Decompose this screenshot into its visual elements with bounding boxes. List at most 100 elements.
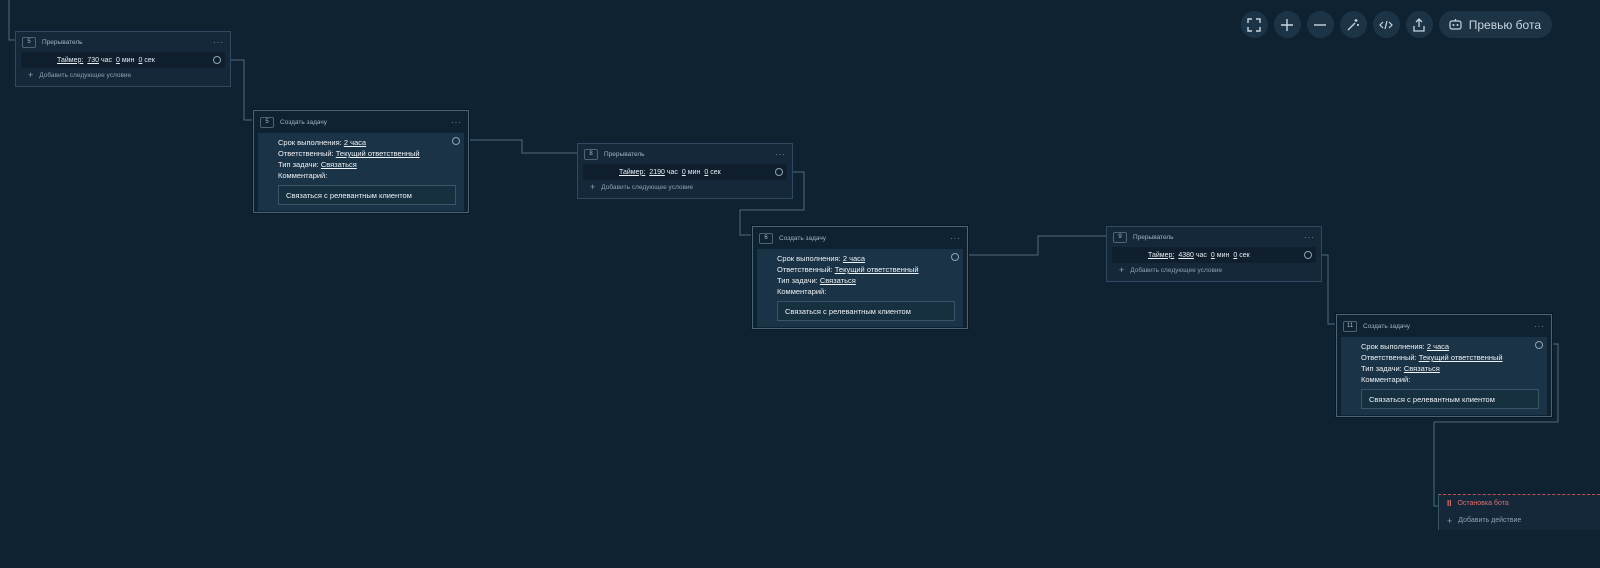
interrupter-node-9[interactable]: 9 Прерыватель ··· Таймер: 4380 час 0 мин…: [1106, 226, 1322, 282]
output-port-icon[interactable]: [1535, 341, 1543, 349]
timer-label: Таймер:: [1148, 251, 1175, 259]
responsible-label: Ответственный:: [1361, 353, 1417, 362]
code-button[interactable]: [1372, 11, 1400, 38]
bot-preview-label: Превью бота: [1468, 17, 1541, 32]
add-action-button[interactable]: + Добавить действие: [1439, 512, 1600, 529]
node-menu-button[interactable]: ···: [1304, 233, 1315, 242]
share-icon: [1413, 17, 1425, 32]
interrupter-node-8[interactable]: 8 Прерыватель ··· Таймер: 2190 час 0 мин…: [577, 143, 793, 199]
deadline-value[interactable]: 2 часа: [843, 254, 865, 263]
deadline-value[interactable]: 2 часа: [344, 138, 366, 147]
node-number-badge: 6: [759, 232, 773, 244]
zoom-in-icon: [1281, 18, 1294, 31]
comment-field[interactable]: Связаться с релевантным клиентом: [1361, 389, 1539, 409]
timer-minutes-unit: мин: [121, 56, 135, 64]
task-body[interactable]: Срок выполнения: 2 часа Ответственный: Т…: [258, 133, 464, 211]
deadline-value[interactable]: 2 часа: [1427, 342, 1449, 351]
task-type-label: Тип задачи:: [1361, 364, 1402, 373]
timer-seconds[interactable]: 0: [704, 169, 708, 176]
timer-minutes[interactable]: 0: [116, 57, 120, 64]
stop-bot-row[interactable]: II Остановка бота: [1439, 495, 1600, 512]
deadline-label: Срок выполнения:: [777, 254, 841, 263]
responsible-label: Ответственный:: [278, 149, 334, 158]
node-header: 5 Создать задачу ···: [254, 111, 468, 133]
comment-label: Комментарий:: [777, 287, 827, 296]
add-action-label: Добавить действие: [1458, 517, 1522, 524]
timer-hours[interactable]: 730: [87, 57, 99, 64]
create-task-node-11[interactable]: 11 Создать задачу ··· Срок выполнения: 2…: [1336, 314, 1552, 417]
timer-seconds-unit: сек: [710, 168, 721, 176]
task-type-label: Тип задачи:: [278, 160, 319, 169]
comment-field[interactable]: Связаться с релевантным клиентом: [278, 185, 456, 205]
task-type-value[interactable]: Связаться: [321, 160, 357, 169]
output-port-icon[interactable]: [452, 137, 460, 145]
comment-label: Комментарий:: [278, 171, 328, 180]
add-condition-label: Добавить следующее условие: [1130, 266, 1223, 274]
timer-condition[interactable]: Таймер: 4380 час 0 мин 0 сек: [1112, 247, 1316, 263]
timer-label: Таймер:: [619, 168, 646, 176]
node-title: Прерыватель: [1133, 233, 1174, 241]
flow-canvas[interactable]: Превью бота 5 Прерыватель ··· Таймер: 73…: [0, 0, 1600, 568]
node-number-badge: 9: [1113, 231, 1127, 243]
plus-icon: +: [1119, 265, 1125, 275]
task-type-value[interactable]: Связаться: [820, 276, 856, 285]
node-menu-button[interactable]: ···: [451, 118, 462, 127]
timer-hours-unit: час: [100, 56, 112, 64]
output-port-icon[interactable]: [213, 56, 221, 64]
node-number-badge: 11: [1343, 320, 1357, 332]
output-port-icon[interactable]: [951, 253, 959, 261]
add-condition-button[interactable]: + Добавить следующее условие: [16, 68, 230, 82]
fullscreen-button[interactable]: [1240, 11, 1268, 38]
node-number-badge: 5: [260, 116, 274, 128]
node-menu-button[interactable]: ···: [950, 234, 961, 243]
task-body[interactable]: Срок выполнения: 2 часа Ответственный: Т…: [1341, 337, 1547, 415]
interrupter-node-5[interactable]: 5 Прерыватель ··· Таймер: 730 час 0 мин …: [15, 31, 231, 87]
stop-bot-node[interactable]: II Остановка бота + Добавить действие: [1438, 494, 1600, 530]
node-menu-button[interactable]: ···: [1534, 322, 1545, 331]
deadline-label: Срок выполнения:: [1361, 342, 1425, 351]
plus-icon: +: [28, 70, 34, 80]
timer-condition[interactable]: Таймер: 2190 час 0 мин 0 сек: [583, 164, 787, 180]
bot-preview-button[interactable]: Превью бота: [1438, 11, 1552, 38]
comment-label: Комментарий:: [1361, 375, 1411, 384]
share-button[interactable]: [1405, 11, 1433, 38]
create-task-node-6[interactable]: 6 Создать задачу ··· Срок выполнения: 2 …: [752, 226, 968, 329]
add-condition-label: Добавить следующее условие: [601, 183, 694, 191]
task-type-value[interactable]: Связаться: [1404, 364, 1440, 373]
timer-seconds[interactable]: 0: [138, 57, 142, 64]
comment-field[interactable]: Связаться с релевантным клиентом: [777, 301, 955, 321]
wire-task5-interrupter8: [459, 139, 578, 154]
responsible-value[interactable]: Текущий ответственный: [1419, 353, 1503, 362]
pause-icon: II: [1447, 499, 1452, 508]
timer-hours[interactable]: 4380: [1178, 252, 1194, 259]
responsible-value[interactable]: Текущий ответственный: [336, 149, 420, 158]
timer-seconds[interactable]: 0: [1233, 252, 1237, 259]
code-icon: [1379, 20, 1394, 29]
add-condition-button[interactable]: + Добавить следующее условие: [1107, 263, 1321, 277]
bot-icon: [1449, 19, 1462, 30]
timer-minutes[interactable]: 0: [682, 169, 686, 176]
responsible-label: Ответственный:: [777, 265, 833, 274]
create-task-node-5[interactable]: 5 Создать задачу ··· Срок выполнения: 2 …: [253, 110, 469, 213]
timer-condition[interactable]: Таймер: 730 час 0 мин 0 сек: [21, 52, 225, 68]
fullscreen-icon: [1247, 17, 1261, 32]
node-title: Создать задачу: [1363, 322, 1411, 330]
output-port-icon[interactable]: [775, 168, 783, 176]
node-header: 11 Создать задачу ···: [1337, 315, 1551, 337]
node-menu-button[interactable]: ···: [775, 150, 786, 159]
timer-seconds-unit: сек: [1239, 251, 1250, 259]
add-condition-button[interactable]: + Добавить следующее условие: [578, 180, 792, 194]
node-title: Создать задачу: [779, 234, 827, 242]
output-port-icon[interactable]: [1304, 251, 1312, 259]
zoom-in-button[interactable]: [1273, 11, 1301, 38]
timer-minutes-unit: мин: [687, 168, 701, 176]
timer-minutes[interactable]: 0: [1211, 252, 1215, 259]
wire-task6-interrupter9: [958, 235, 1106, 256]
timer-hours[interactable]: 2190: [649, 169, 665, 176]
node-menu-button[interactable]: ···: [213, 38, 224, 47]
responsible-value[interactable]: Текущий ответственный: [835, 265, 919, 274]
magic-wand-button[interactable]: [1339, 11, 1367, 38]
node-header: 5 Прерыватель ···: [16, 32, 230, 52]
zoom-out-button[interactable]: [1306, 11, 1334, 38]
task-body[interactable]: Срок выполнения: 2 часа Ответственный: Т…: [757, 249, 963, 327]
